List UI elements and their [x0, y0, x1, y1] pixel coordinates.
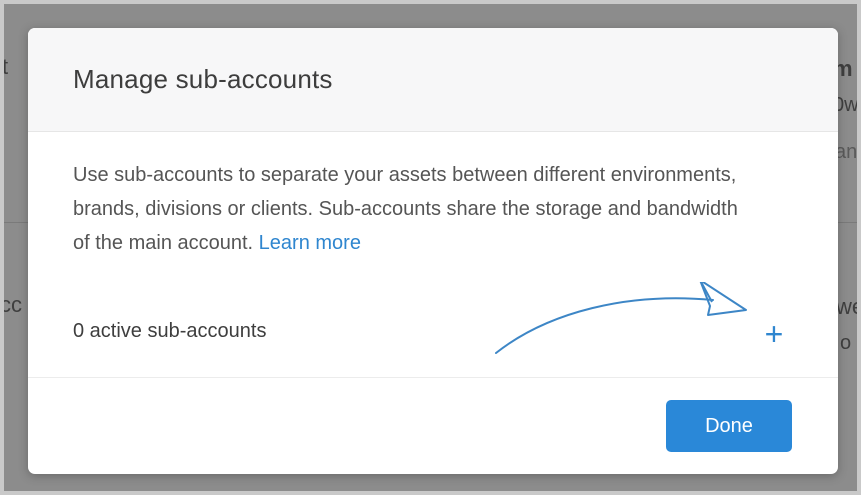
background-text: ans: [835, 141, 858, 163]
dialog-footer: Done: [28, 377, 838, 474]
done-button[interactable]: Done: [666, 400, 792, 452]
description-text: Use sub-accounts to separate your assets…: [73, 164, 738, 254]
background-text: t: [2, 54, 9, 79]
manage-subaccounts-dialog: Manage sub-accounts Use sub-accounts to …: [28, 28, 838, 474]
hint-arrow-icon: [495, 282, 747, 354]
add-subaccount-button[interactable]: +: [759, 318, 789, 350]
background-text: o: [840, 332, 852, 354]
background-text: cc: [0, 292, 22, 317]
dialog-title: Manage sub-accounts: [73, 64, 333, 94]
dialog-header: Manage sub-accounts: [28, 28, 838, 132]
screen-frame: t cc m 0w ans we o Manage sub-accounts U…: [0, 0, 861, 495]
background-text: we: [836, 294, 857, 319]
dialog-description: Use sub-accounts to separate your assets…: [73, 158, 753, 260]
active-subaccounts-count: 0 active sub-accounts: [73, 320, 267, 342]
learn-more-link[interactable]: Learn more: [259, 232, 361, 254]
dialog-body: Use sub-accounts to separate your assets…: [28, 132, 838, 377]
